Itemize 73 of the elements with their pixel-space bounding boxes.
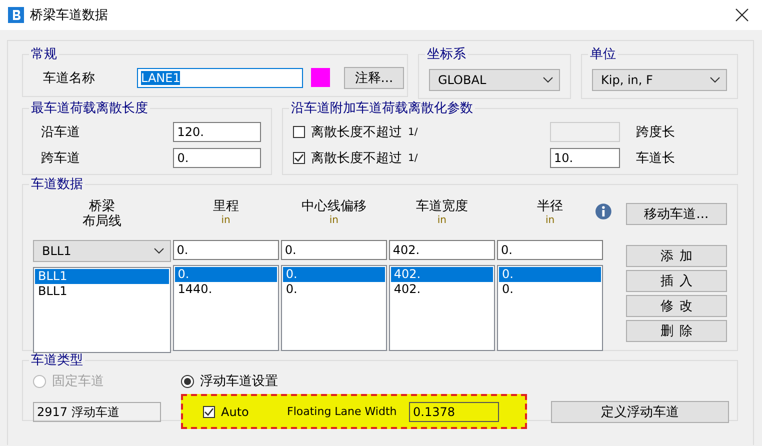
column-header: 半径	[537, 199, 563, 214]
app-icon	[8, 7, 24, 23]
window-title: 桥梁车道数据	[30, 7, 109, 24]
list-item[interactable]: BLL1	[35, 284, 169, 299]
field-label: 跨车道	[41, 150, 81, 167]
text-field[interactable]: 0.	[496, 240, 604, 260]
coordinate-dropdown[interactable]: GLOBAL	[429, 69, 560, 91]
action-button[interactable]: 修改	[626, 295, 727, 317]
checkbox-label: Auto	[221, 404, 250, 418]
group-title: 车道数据	[30, 176, 84, 193]
column-header: 桥梁	[88, 199, 115, 214]
check-icon	[204, 406, 214, 416]
group-title: 单位	[589, 46, 617, 63]
checkbox[interactable]	[203, 406, 215, 418]
group-title: 常规	[30, 46, 58, 63]
color-swatch[interactable]	[311, 68, 330, 87]
list-item[interactable]: 1440.	[174, 282, 277, 297]
unit-label: in	[437, 214, 446, 227]
checkbox[interactable]	[293, 152, 305, 164]
notes-button[interactable]: 注释...	[344, 66, 404, 88]
define-button[interactable]: 定义浮动车道	[551, 400, 729, 422]
radio-button[interactable]	[181, 374, 194, 388]
group-title: 坐标系	[426, 46, 467, 63]
unit-label: in	[545, 214, 555, 227]
list-item[interactable]: 0.	[282, 267, 385, 282]
text-field[interactable]: 0.	[280, 240, 387, 260]
list-item[interactable]: 0.	[174, 267, 277, 282]
text-field[interactable]: 0.1378	[409, 402, 499, 422]
column-header: 里程	[212, 199, 239, 214]
text-field[interactable]: 0.	[172, 240, 279, 260]
fraction-label: 1/	[408, 126, 419, 138]
list-item[interactable]: 0.	[282, 282, 385, 297]
group-title: 最车道荷载离散长度	[30, 100, 149, 117]
list-item[interactable]: BLL1	[35, 269, 169, 284]
field-label: Floating Lane Width	[287, 405, 398, 418]
unit-label: 跨度长	[636, 124, 675, 141]
list-item[interactable]: 0.	[498, 267, 602, 282]
column-header: 车道宽度	[416, 199, 468, 214]
action-button[interactable]: 插入	[626, 270, 727, 292]
unit-label: in	[221, 214, 230, 227]
action-button[interactable]: 删除	[626, 320, 727, 342]
text-field[interactable]: 402.	[388, 240, 495, 260]
column-header: 布局线	[82, 214, 122, 229]
chevron-icon	[543, 77, 553, 83]
column-header: 中心线偏移	[301, 199, 366, 214]
radio-label: 固定车道	[52, 373, 104, 390]
field-label: 沿车道	[41, 124, 81, 141]
group-title: 车道类型	[30, 352, 84, 369]
group-title: 沿车道附加车道荷载离散化参数	[290, 100, 474, 117]
unit-label: in	[329, 214, 338, 227]
list-item[interactable]: 402.	[390, 282, 493, 297]
checkbox-label: 离散长度不超过	[311, 124, 402, 141]
layout-line-dropdown[interactable]: BLL1	[33, 240, 171, 262]
chevron-icon	[154, 248, 164, 254]
close-icon[interactable]	[735, 8, 749, 22]
text-field[interactable]: 10.	[550, 148, 620, 168]
text-field[interactable]: 2917 浮动车道	[33, 402, 161, 422]
radio-label: 浮动车道设置	[200, 373, 278, 390]
fraction-label: 1/	[408, 152, 419, 164]
move-lane-button[interactable]: 移动车道...	[626, 203, 727, 225]
list-item[interactable]: 402.	[390, 267, 493, 282]
text-field[interactable]: 0.	[173, 148, 261, 168]
check-icon	[294, 153, 304, 163]
lane-name-field[interactable]: LANE1	[137, 68, 303, 88]
units-dropdown[interactable]: Kip, in, F	[592, 69, 727, 91]
text-field[interactable]: 120.	[173, 122, 261, 142]
unit-label: 车道长	[636, 150, 675, 167]
checkbox-label: 离散长度不超过	[311, 150, 402, 167]
chevron-icon	[710, 77, 720, 83]
field-label: 车道名称	[43, 70, 96, 86]
action-button[interactable]: 添加	[626, 245, 727, 267]
info-icon	[595, 203, 612, 220]
list-item[interactable]: 0.	[498, 282, 602, 297]
